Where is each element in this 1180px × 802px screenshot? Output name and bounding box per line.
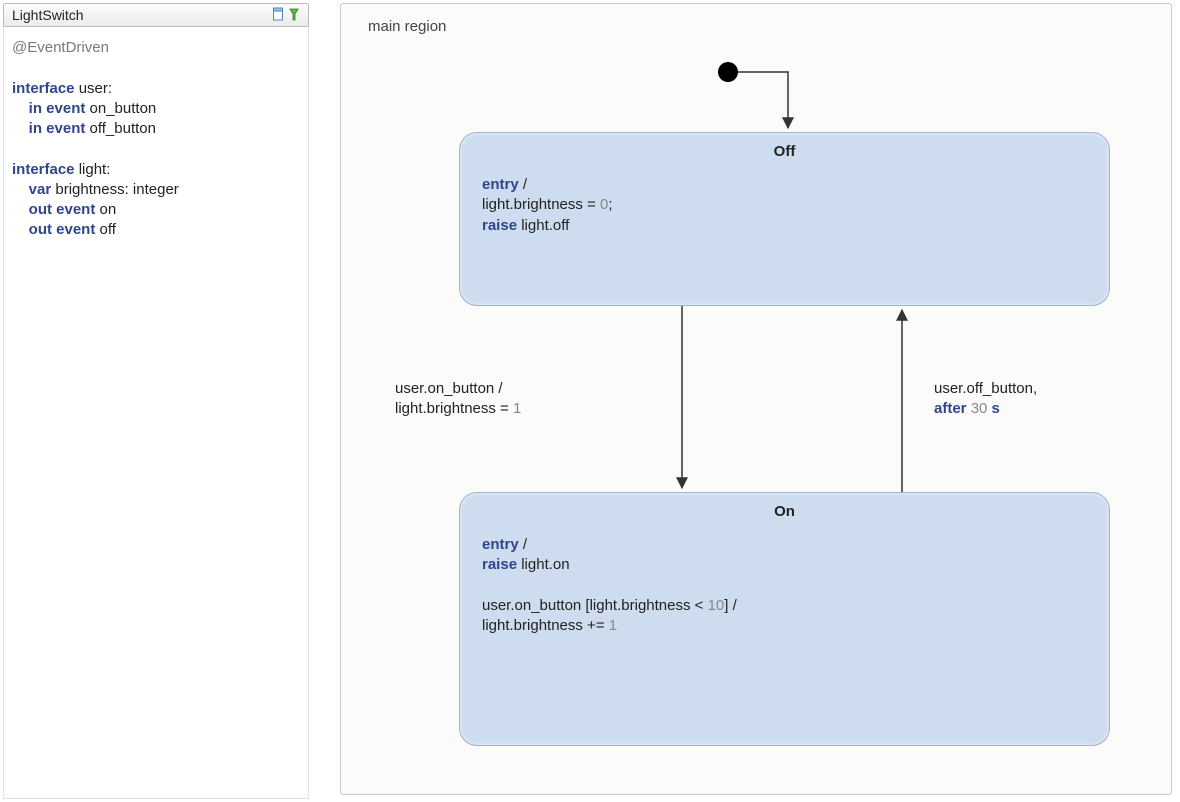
definition-text[interactable]: @EventDriven interface user: in event on… <box>12 38 179 241</box>
pin-icon[interactable] <box>288 7 300 24</box>
window-icon <box>272 7 284 24</box>
state-on[interactable]: On entry / raise light.on user.on_button… <box>459 492 1110 746</box>
transition-label-on-to-off[interactable]: user.off_button, after 30 s <box>934 379 1037 418</box>
state-off-title: Off <box>460 143 1109 160</box>
state-on-title: On <box>460 503 1109 520</box>
region-label: main region <box>368 18 446 35</box>
transition-label-off-to-on[interactable]: user.on_button / light.brightness = 1 <box>395 379 521 418</box>
state-off-body: entry / light.brightness = 0; raise ligh… <box>482 175 1087 236</box>
definition-titlebar[interactable]: LightSwitch <box>3 3 309 27</box>
state-on-body: entry / raise light.on user.on_button [l… <box>482 535 1087 636</box>
state-off[interactable]: Off entry / light.brightness = 0; raise … <box>459 132 1110 306</box>
definition-title: LightSwitch <box>12 7 84 23</box>
